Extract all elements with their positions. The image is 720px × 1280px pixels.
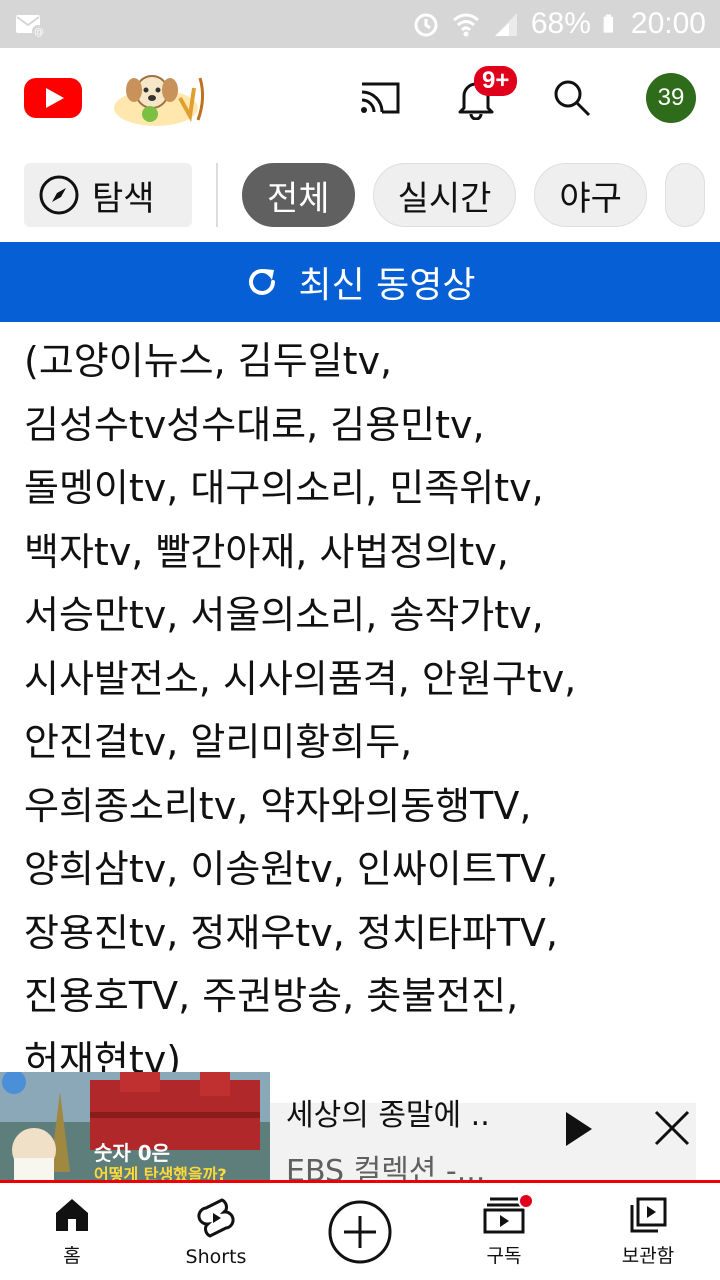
mini-player-play-button[interactable]: [556, 1104, 600, 1154]
clock-time: 20:00: [630, 7, 706, 40]
text-line: 시사발전소, 시사의품격, 안원구tv,: [24, 656, 577, 701]
svg-text:@: @: [34, 27, 44, 38]
play-icon: [566, 1112, 592, 1146]
alarm-icon: [414, 13, 438, 37]
chip-live[interactable]: 실시간: [372, 163, 517, 227]
notification-badge: 9+: [474, 66, 518, 96]
text-line: (고양이뉴스, 김두일tv,: [24, 339, 393, 383]
text-line: 우희종소리tv, 약자와의동행TV,: [24, 783, 532, 828]
refresh-icon: [249, 268, 276, 295]
wifi-icon: [452, 13, 479, 37]
add-icon: [328, 1200, 392, 1263]
thumbnail-caption: 숫자 0은: [94, 1141, 170, 1165]
nav-library-label: 보관함: [621, 1245, 675, 1267]
category-chips-bar: 탐색 전체 실시간 야구: [0, 160, 720, 230]
search-button[interactable]: [544, 70, 600, 126]
youtube-logo[interactable]: [24, 78, 82, 118]
thumbnail-image: 숫자 0은 어떻게 탄생했을까?: [0, 1072, 270, 1180]
notifications-button[interactable]: 9+: [448, 66, 518, 126]
nav-home-label: 홈: [63, 1245, 81, 1267]
text-line: 백자tv, 빨간아재, 사법정의tv,: [24, 529, 509, 574]
chip-more[interactable]: [664, 163, 705, 227]
nav-subscriptions-label: 구독: [486, 1245, 522, 1267]
chip-divider: [216, 163, 218, 227]
mini-player-close-button[interactable]: [648, 1104, 696, 1152]
nav-create[interactable]: [288, 1183, 432, 1280]
mascot-doodle-icon: [114, 75, 205, 126]
email-notification-icon: @: [16, 15, 44, 38]
battery-percentage: 68%: [530, 7, 591, 40]
nav-home[interactable]: 홈: [0, 1183, 144, 1280]
text-line: 돌멩이tv, 대구의소리, 민족위tv,: [24, 466, 544, 510]
thumbnail-caption-2: 어떻게 탄생했을까?: [94, 1165, 227, 1180]
chip-all[interactable]: 전체: [242, 163, 355, 227]
explore-chip[interactable]: 탐색: [24, 163, 192, 227]
nav-subscriptions[interactable]: 구독: [432, 1183, 576, 1280]
signal-icon: [494, 13, 517, 36]
nav-shorts[interactable]: Shorts: [144, 1183, 288, 1280]
status-bar: @ 68% 20:00: [0, 0, 720, 48]
chip-baseball[interactable]: 야구: [534, 163, 647, 227]
compass-icon: [39, 175, 79, 215]
battery-icon: [603, 14, 613, 33]
subscriptions-red-dot: [518, 1193, 534, 1209]
shorts-icon: [197, 1197, 235, 1238]
search-icon: [554, 80, 591, 117]
cast-icon: [361, 82, 400, 114]
library-icon: [630, 1197, 667, 1233]
new-videos-banner[interactable]: 최신 동영상: [0, 242, 720, 322]
text-line: 김성수tv성수대로, 김용민tv,: [24, 402, 485, 447]
avatar[interactable]: 39: [646, 73, 696, 123]
new-videos-label: 최신 동영상: [298, 265, 476, 306]
cast-button[interactable]: [352, 70, 408, 126]
mini-player-thumbnail[interactable]: 숫자 0은 어떻게 탄생했을까?: [0, 1072, 270, 1180]
nav-shorts-label: Shorts: [185, 1245, 247, 1268]
close-icon: [654, 1110, 690, 1146]
text-line: 양희삼tv, 이송원tv, 인싸이트TV,: [24, 847, 558, 891]
app-header: 9+ 39: [0, 48, 720, 148]
home-icon: [56, 1199, 88, 1231]
mini-player-title[interactable]: 세상의 종말에 ..: [286, 1090, 490, 1134]
text-line: 장용진tv, 정재우tv, 정치타파TV,: [24, 910, 558, 955]
explore-label: 탐색: [92, 178, 155, 219]
text-line: 서승만tv, 서울의소리, 송작가tv,: [24, 593, 544, 637]
text-line: 진용호TV, 주권방송, 촛불전진,: [24, 974, 519, 1018]
nav-library[interactable]: 보관함: [576, 1183, 720, 1280]
bottom-navigation: 홈 Shorts 구독 보관함: [0, 1183, 720, 1280]
text-line: 안진걸tv, 알리미황희두,: [24, 720, 413, 764]
description-text: (고양이뉴스, 김두일tv, 김성수tv성수대로, 김용민tv, 돌멩이tv, …: [24, 330, 704, 1092]
